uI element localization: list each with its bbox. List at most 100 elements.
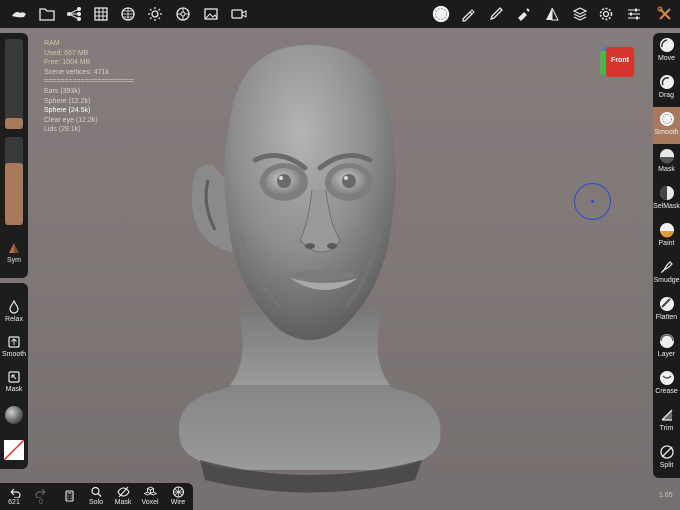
right-tool-panel: Move Drag Smooth Mask SelMask Paint Smud…: [653, 33, 680, 478]
smooth-shortcut-label: Smooth: [1, 351, 27, 358]
sliders-icon[interactable]: [624, 4, 644, 24]
symmetry-icon[interactable]: [542, 4, 562, 24]
smudge-icon: [660, 261, 673, 274]
mask-visibility-button[interactable]: Mask: [110, 486, 136, 506]
sculpted-head-model: [178, 45, 441, 493]
tools-icon[interactable]: [655, 4, 675, 24]
radius-slider-fill: [5, 118, 23, 129]
object-list-item[interactable]: Sphere (12.2k): [44, 97, 134, 107]
scene-tree-icon[interactable]: [64, 4, 84, 24]
left-brush-panel: Sym: [0, 33, 28, 278]
version-label: 1.65: [659, 492, 673, 499]
calculator-button[interactable]: [56, 486, 82, 503]
undo-button[interactable]: 621: [1, 486, 27, 506]
relax-button[interactable]: Relax: [0, 300, 28, 323]
mask-shortcut-label: Mask: [5, 386, 23, 393]
tool-smudge[interactable]: Smudge: [653, 255, 680, 292]
tool-drag-label: Drag: [658, 92, 675, 99]
tool-move-label: Move: [657, 55, 676, 62]
tool-crease[interactable]: Crease: [653, 366, 680, 403]
voxel-label: Voxel: [141, 499, 159, 506]
view-cube-label: Front: [611, 57, 629, 64]
tool-trim[interactable]: Trim: [653, 403, 680, 440]
ram-free: Free: 1004 MB: [44, 59, 91, 67]
intensity-slider[interactable]: [5, 137, 23, 225]
mask-shortcut-icon: [8, 371, 20, 383]
tool-crease-label: Crease: [655, 388, 678, 395]
tool-selmask-label: SelMask: [653, 203, 680, 210]
left-quick-tools: Relax Smooth Mask: [0, 283, 28, 469]
layer-icon: [659, 334, 674, 348]
smooth-shortcut-button[interactable]: Smooth: [0, 335, 28, 358]
matcap-sphere-icon[interactable]: [5, 406, 23, 424]
object-list-item[interactable]: Clear eye (12.2k): [44, 116, 134, 126]
move-icon: [659, 38, 674, 52]
search-icon: [90, 486, 101, 497]
object-list-item[interactable]: Lids (29.1k): [44, 125, 134, 135]
drag-icon: [659, 75, 674, 89]
tool-paint[interactable]: Paint: [653, 218, 680, 255]
crease-icon: [659, 371, 674, 385]
camera-icon[interactable]: [229, 4, 249, 24]
alpha-brush-icon[interactable]: [514, 4, 534, 24]
tool-layer[interactable]: Layer: [653, 329, 680, 366]
mask-visibility-label: Mask: [114, 499, 132, 506]
tool-smudge-label: Smudge: [653, 277, 680, 284]
no-color-slash-icon: [4, 440, 24, 460]
wireframe-label: Wire: [170, 499, 186, 506]
scene-stats: RAM Used: 667 MB Free: 1004 MB Scene ver…: [44, 39, 134, 135]
undo-icon: [10, 488, 21, 498]
intensity-slider-fill: [5, 163, 23, 225]
tool-move[interactable]: Move: [653, 33, 680, 70]
split-icon: [659, 445, 674, 459]
tool-smooth-label: Smooth: [654, 129, 679, 136]
solo-label: Solo: [88, 499, 103, 506]
symmetry-triangle-icon: [9, 243, 19, 253]
folder-icon[interactable]: [37, 4, 57, 24]
mask-shortcut-button[interactable]: Mask: [0, 370, 28, 393]
object-list-item-selected[interactable]: Sphere (24.5k): [44, 106, 134, 116]
brush-cursor: [574, 183, 611, 220]
layers-icon[interactable]: [570, 4, 590, 24]
scene-vertices: Scene vertices: 471k: [44, 68, 109, 76]
redo-button[interactable]: 0: [28, 486, 54, 506]
tool-trim-label: Trim: [659, 425, 674, 432]
tool-split[interactable]: Split: [653, 440, 680, 477]
sphere-grid-icon[interactable]: [118, 4, 138, 24]
smooth-icon: [659, 112, 674, 126]
eye-slash-icon: [116, 486, 130, 498]
flatten-icon: [659, 297, 674, 311]
solo-button[interactable]: Solo: [83, 486, 109, 506]
material-icon[interactable]: [173, 4, 193, 24]
tool-paint-label: Paint: [658, 240, 675, 247]
settings-gear-icon[interactable]: [596, 4, 616, 24]
tool-selmask[interactable]: SelMask: [653, 181, 680, 218]
current-brush-icon[interactable]: [430, 3, 452, 25]
calculator-icon: [64, 490, 74, 502]
app-logo-icon[interactable]: [9, 4, 29, 24]
voxel-cubes-icon: [143, 486, 157, 496]
symmetry-label: Sym: [7, 257, 21, 264]
image-icon[interactable]: [201, 4, 221, 24]
top-toolbar: [0, 0, 680, 28]
pen-icon[interactable]: [486, 4, 506, 24]
drop-icon: [9, 300, 19, 314]
view-cube[interactable]: Front: [600, 47, 634, 77]
tool-smooth[interactable]: Smooth: [653, 107, 680, 144]
smooth-shortcut-icon: [8, 336, 20, 348]
light-icon[interactable]: [145, 4, 165, 24]
undo-count: 621: [8, 499, 20, 506]
radius-slider[interactable]: [5, 39, 23, 129]
tool-flatten[interactable]: Flatten: [653, 292, 680, 329]
redo-icon: [34, 488, 45, 498]
tool-mask[interactable]: Mask: [653, 144, 680, 181]
stroke-icon[interactable]: [458, 4, 478, 24]
tool-mask-label: Mask: [658, 166, 675, 173]
tool-drag[interactable]: Drag: [653, 70, 680, 107]
symmetry-button[interactable]: Sym: [0, 241, 28, 264]
topology-grid-icon[interactable]: [91, 4, 111, 24]
relax-label: Relax: [5, 316, 23, 323]
color-swatch[interactable]: [4, 440, 24, 460]
object-list-item[interactable]: Ears (393k): [44, 87, 134, 97]
mask-icon: [659, 149, 674, 164]
